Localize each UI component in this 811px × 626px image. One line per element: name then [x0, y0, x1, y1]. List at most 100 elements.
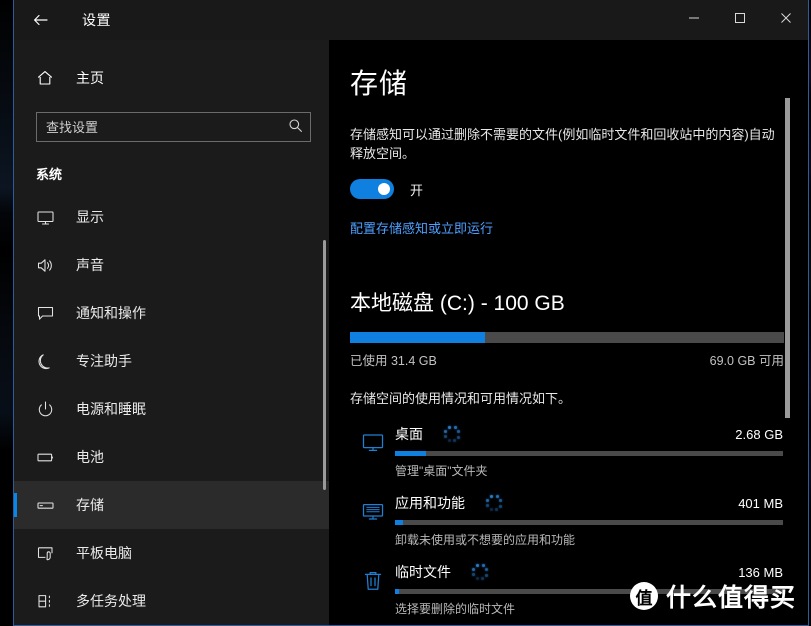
title-bar-left: 设置 — [14, 0, 111, 40]
storage-category-row[interactable]: 桌面 2.68 GB 管理"桌面"文件夹 — [350, 424, 783, 479]
storage-category-sublabel: 卸载未使用或不想要的应用和功能 — [395, 533, 576, 547]
spinner-dot — [485, 503, 489, 507]
spinner-dot — [448, 425, 452, 429]
power-icon — [36, 400, 62, 419]
sidebar-home-label: 主页 — [76, 70, 104, 86]
usage-description: 存储空间的使用情况和可用情况如下。 — [350, 391, 572, 406]
minimize-icon — [688, 11, 700, 29]
spinner-dot — [484, 573, 488, 577]
multitasking-icon — [36, 592, 62, 611]
spinner-dot — [495, 495, 499, 499]
storage-sense-toggle[interactable] — [350, 179, 394, 199]
spinner-dot — [443, 434, 447, 438]
sidebar-item-home[interactable]: 主页 — [14, 58, 329, 98]
storage-category-name: 桌面 — [395, 426, 423, 442]
back-button[interactable] — [20, 4, 62, 36]
storage-category-bar-fill — [395, 520, 403, 525]
search-input[interactable] — [36, 112, 311, 142]
loading-spinner-icon — [479, 494, 509, 512]
spinner-dot — [490, 494, 494, 498]
drive-usage-bar — [350, 332, 784, 343]
monitor-icon — [36, 208, 62, 227]
drive-heading: 本地磁盘 (C:) - 100 GB — [350, 287, 783, 317]
spinner-dot — [444, 429, 448, 433]
drive-free-label: 69.0 GB 可用 — [709, 354, 784, 368]
settings-window: 设置 主页 查找设置 系统 显示 声音 通知和操作 专注助手 电源和睡眠 电池 … — [0, 0, 811, 626]
spinner-dot — [456, 435, 460, 439]
storage-category-body: 临时文件 136 MB 选择要删除的临时文件 — [395, 562, 783, 617]
sidebar-item-label: 电源和睡眠 — [76, 401, 146, 417]
spinner-dot — [489, 507, 493, 511]
page-title: 存储 — [350, 68, 409, 99]
navigation-sidebar: 主页 系统 显示 — [14, 40, 329, 626]
chat-bubble-icon — [36, 304, 62, 323]
window-title: 设置 — [82, 12, 111, 28]
storage-category-body: 桌面 2.68 GB 管理"桌面"文件夹 — [395, 424, 783, 479]
storage-category-bar — [395, 451, 783, 456]
sidebar-item-focus-assist[interactable]: 专注助手 — [14, 337, 329, 385]
sidebar-item-label: 显示 — [76, 209, 104, 225]
sidebar-item-battery[interactable]: 电池 — [14, 433, 329, 481]
storage-category-name: 临时文件 — [395, 564, 451, 580]
sidebar-scrollbar-thumb[interactable] — [323, 240, 326, 490]
window-controls — [671, 0, 809, 40]
maximize-button[interactable] — [717, 0, 763, 40]
storage-category-body: 应用和功能 401 MB 卸载未使用或不想要的应用和功能 — [395, 493, 783, 548]
sidebar-item-tablet[interactable]: 平板电脑 — [14, 529, 329, 577]
sidebar-item-label: 专注助手 — [76, 353, 132, 369]
spinner-dot — [475, 576, 479, 580]
spinner-dot — [480, 577, 484, 581]
minimize-button[interactable] — [671, 0, 717, 40]
spinner-dot — [485, 568, 489, 572]
content-scrollbar-thumb[interactable] — [785, 98, 790, 418]
sidebar-item-multitasking[interactable]: 多任务处理 — [14, 577, 329, 625]
sidebar-item-storage[interactable]: 存储 — [14, 481, 329, 529]
storage-category-bar-fill — [395, 451, 427, 456]
spinner-dot — [457, 430, 461, 434]
sidebar-group-title: 系统 — [36, 167, 63, 182]
storage-category-header: 桌面 2.68 GB — [395, 424, 783, 444]
drive-letter: (C:) — [439, 292, 475, 315]
storage-category-row[interactable]: 应用和功能 401 MB 卸载未使用或不想要的应用和功能 — [350, 493, 783, 548]
spinner-dot — [472, 567, 476, 571]
storage-category-header: 应用和功能 401 MB — [395, 493, 783, 513]
storage-category-name: 应用和功能 — [395, 495, 465, 511]
sidebar-item-label: 通知和操作 — [76, 305, 146, 321]
sidebar-item-label: 平板电脑 — [76, 545, 132, 561]
drive-name: 本地磁盘 — [350, 292, 434, 315]
close-button[interactable] — [763, 0, 809, 40]
spinner-dot — [498, 504, 502, 508]
sidebar-item-display[interactable]: 显示 — [14, 193, 329, 241]
apps-monitor-icon — [350, 493, 395, 548]
main-content-pane: 存储 存储感知可以通过删除不需要的文件(例如临时文件和回收站中的内容)自动释放空… — [329, 40, 809, 626]
storage-category-bar-fill — [395, 589, 399, 594]
trash-bin-icon — [350, 562, 395, 617]
configure-storage-sense-link[interactable]: 配置存储感知或立即运行 — [350, 218, 493, 237]
maximize-icon — [734, 11, 746, 29]
drive-used-label: 已使用 31.4 GB — [350, 354, 437, 368]
spinner-dot — [471, 572, 475, 576]
sidebar-item-notifications[interactable]: 通知和操作 — [14, 289, 329, 337]
sidebar-item-label: 电池 — [76, 449, 104, 465]
sidebar-item-power-sleep[interactable]: 电源和睡眠 — [14, 385, 329, 433]
drive-separator: - — [480, 292, 488, 315]
spinner-dot — [447, 438, 451, 442]
spinner-dot — [452, 439, 456, 443]
desktop-bleed-left — [0, 0, 14, 626]
sidebar-item-sound[interactable]: 声音 — [14, 241, 329, 289]
storage-category-size: 136 MB — [738, 564, 783, 580]
sidebar-item-label: 多任务处理 — [76, 593, 146, 609]
storage-sense-toggle-row: 开 — [350, 179, 783, 199]
sidebar-item-label: 存储 — [76, 497, 104, 513]
storage-drive-icon — [36, 496, 62, 515]
spinner-dot — [481, 564, 485, 568]
search-box — [36, 112, 311, 142]
spinner-dot — [499, 499, 503, 503]
storage-category-row[interactable]: 临时文件 136 MB 选择要删除的临时文件 — [350, 562, 783, 617]
storage-category-bar — [395, 520, 783, 525]
storage-category-size: 2.68 GB — [735, 426, 783, 442]
spinner-dot — [453, 426, 457, 430]
storage-category-size: 401 MB — [738, 495, 783, 511]
sidebar-item-label: 声音 — [76, 257, 104, 273]
close-icon — [780, 11, 792, 29]
